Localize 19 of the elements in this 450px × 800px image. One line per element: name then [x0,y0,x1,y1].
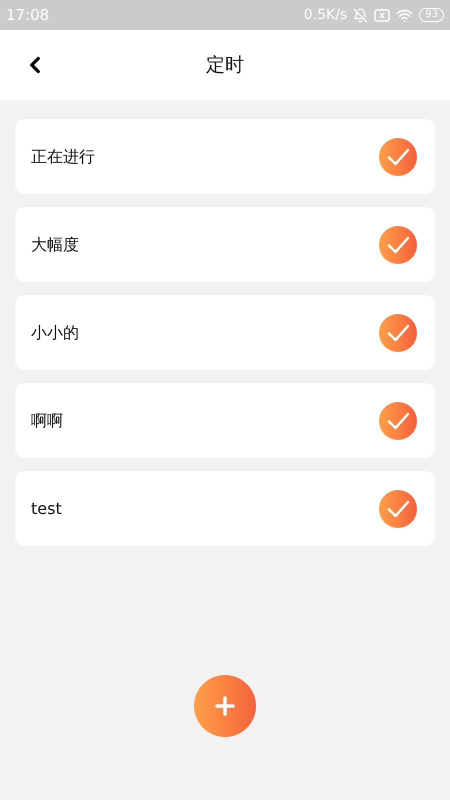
sim-icon [374,8,390,22]
timer-name: 正在进行 [31,146,95,168]
timer-name: test [31,498,62,520]
check-icon[interactable] [379,314,417,352]
page-title: 定时 [206,52,244,78]
timer-name: 大幅度 [31,234,79,256]
bell-off-icon [353,8,368,22]
check-icon[interactable] [379,490,417,528]
timer-card[interactable]: 小小的 [15,295,435,370]
timer-card[interactable]: 啊啊 [15,383,435,458]
timer-card[interactable]: test [15,471,435,546]
timer-name: 小小的 [31,322,79,344]
timer-card[interactable]: 正在进行 [15,119,435,194]
plus-icon [215,696,235,716]
timer-card[interactable]: 大幅度 [15,207,435,282]
timer-name: 啊啊 [31,410,63,432]
check-icon[interactable] [379,138,417,176]
check-icon[interactable] [379,226,417,264]
check-icon[interactable] [379,402,417,440]
